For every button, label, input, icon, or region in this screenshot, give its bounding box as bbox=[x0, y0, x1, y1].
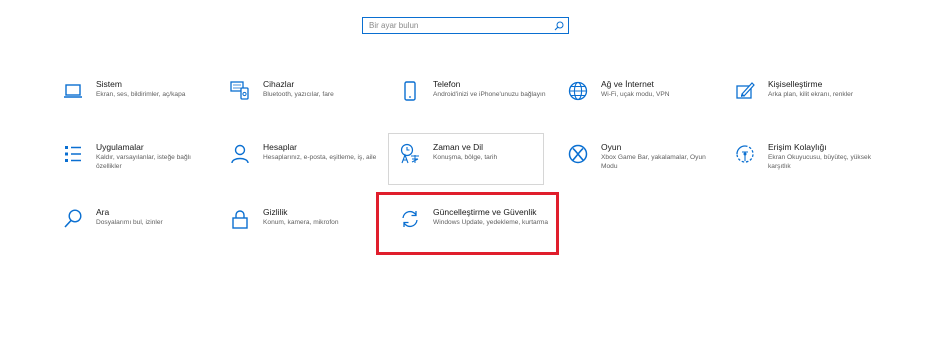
tile-title: Kişiselleştirme bbox=[768, 79, 823, 89]
tile-description: Ekran Okuyucusu, büyüteç, yüksek karşıtl… bbox=[768, 154, 871, 170]
tile-privacy[interactable]: Gizlilik Konum, kamera, mikrofon bbox=[225, 206, 375, 254]
tile-personalization[interactable]: Kişiselleştirme Arka plan, kilit ekranı,… bbox=[730, 78, 880, 126]
person-icon bbox=[229, 143, 251, 165]
highlight-box bbox=[376, 192, 559, 255]
tile-title: Oyun bbox=[601, 142, 622, 152]
tile-description: Konum, kamera, mikrofon bbox=[263, 219, 339, 226]
tile-title: Ara bbox=[96, 207, 110, 217]
tile-network-internet[interactable]: Ağ ve İnternet Wi-Fi, uçak modu, VPN bbox=[563, 78, 713, 126]
lock-icon bbox=[229, 208, 251, 230]
tile-title: Ağ ve İnternet bbox=[601, 79, 654, 89]
tile-title: Uygulamalar bbox=[96, 142, 144, 152]
tile-description: Android'inizi ve iPhone'unuzu bağlayın bbox=[433, 91, 546, 98]
tile-search[interactable]: Ara Dosyalarımı bul, izinler bbox=[58, 206, 208, 254]
settings-search-box[interactable] bbox=[362, 17, 569, 34]
tile-description: Konuşma, bölge, tarih bbox=[433, 154, 498, 161]
devices-icon bbox=[229, 80, 251, 102]
tile-time-language[interactable]: Zaman ve Dil Konuşma, bölge, tarih bbox=[395, 141, 545, 189]
tile-description: Wi-Fi, uçak modu, VPN bbox=[601, 91, 670, 98]
tile-description: Dosyalarımı bul, izinler bbox=[96, 219, 163, 226]
tile-title: Zaman ve Dil bbox=[433, 142, 484, 152]
tile-description: Hesaplarınız, e-posta, eşitleme, iş, ail… bbox=[263, 154, 377, 161]
xbox-icon bbox=[567, 143, 589, 165]
tile-accounts[interactable]: Hesaplar Hesaplarınız, e-posta, eşitleme… bbox=[225, 141, 376, 189]
search-icon bbox=[62, 208, 84, 230]
tile-title: Cihazlar bbox=[263, 79, 295, 89]
globe-icon bbox=[567, 80, 589, 102]
tile-ease-of-access[interactable]: Erişim Kolaylığı Ekran Okuyucusu, büyüte… bbox=[730, 141, 880, 189]
ease-of-access-icon bbox=[734, 143, 756, 165]
tile-devices[interactable]: Cihazlar Bluetooth, yazıcılar, fare bbox=[225, 78, 375, 126]
tile-description: Bluetooth, yazıcılar, fare bbox=[263, 91, 334, 98]
tile-system[interactable]: Sistem Ekran, ses, bildirimler, aç/kapa bbox=[58, 78, 208, 126]
search-input[interactable] bbox=[369, 19, 549, 32]
tile-description: Kaldır, varsayılanlar, isteğe bağlı özel… bbox=[96, 154, 191, 170]
time-language-icon bbox=[399, 143, 421, 165]
tile-phone[interactable]: Telefon Android'inizi ve iPhone'unuzu ba… bbox=[395, 78, 546, 126]
tile-apps[interactable]: Uygulamalar Kaldır, varsayılanlar, isteğ… bbox=[58, 141, 208, 189]
search-icon[interactable] bbox=[554, 21, 564, 31]
laptop-icon bbox=[62, 80, 84, 102]
phone-icon bbox=[399, 80, 421, 102]
personalization-icon bbox=[734, 80, 756, 102]
tile-description: Xbox Game Bar, yakalamalar, Oyun Modu bbox=[601, 154, 706, 170]
tile-description: Ekran, ses, bildirimler, aç/kapa bbox=[96, 91, 186, 98]
tile-title: Hesaplar bbox=[263, 142, 298, 152]
tile-gaming[interactable]: Oyun Xbox Game Bar, yakalamalar, Oyun Mo… bbox=[563, 141, 713, 189]
tile-title: Gizlilik bbox=[263, 207, 288, 217]
tile-title: Erişim Kolaylığı bbox=[768, 142, 827, 152]
tile-title: Sistem bbox=[96, 79, 122, 89]
tile-description: Arka plan, kilit ekranı, renkler bbox=[768, 91, 854, 98]
tile-title: Telefon bbox=[433, 79, 461, 89]
apps-list-icon bbox=[62, 143, 84, 165]
